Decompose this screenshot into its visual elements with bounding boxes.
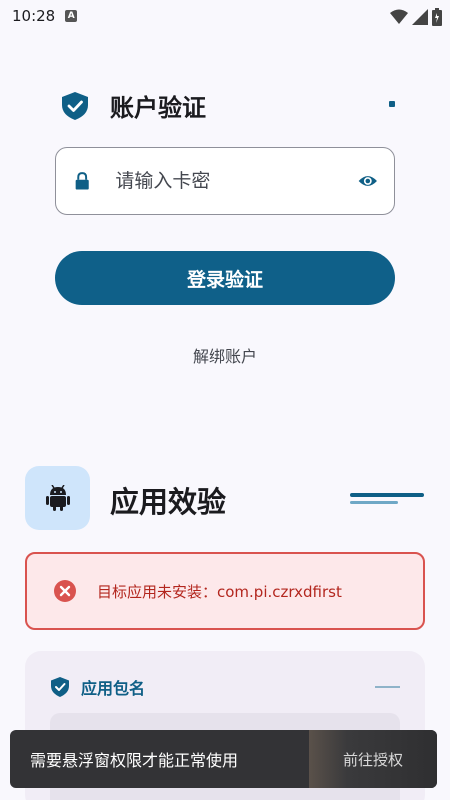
signal-icon [412, 9, 428, 25]
status-a-icon: A [65, 10, 78, 22]
battery-icon [432, 8, 442, 26]
wifi-icon [390, 9, 408, 24]
android-icon [45, 485, 70, 511]
toast-action-button[interactable]: 前往授权 [309, 730, 437, 788]
eye-icon[interactable] [358, 170, 378, 192]
status-bar: 10:28 A [0, 0, 450, 32]
decorative-dot [389, 101, 395, 107]
account-verification-title: 账户验证 [110, 94, 206, 122]
error-message: 目标应用未安装：com.pi.czrxdfirst [97, 582, 342, 601]
error-x-icon [54, 580, 76, 602]
toast-message: 需要悬浮窗权限才能正常使用 [30, 751, 239, 770]
card-key-input[interactable] [115, 170, 359, 192]
status-time: 10:28 [12, 7, 56, 25]
package-name-title: 应用包名 [81, 679, 146, 698]
app-verification-title: 应用效验 [110, 485, 227, 519]
decorative-line [350, 501, 398, 504]
toast: 需要悬浮窗权限才能正常使用 前往授权 [10, 730, 437, 788]
lock-icon [75, 172, 89, 190]
decorative-line [350, 493, 424, 497]
card-key-field[interactable] [55, 147, 395, 215]
error-banner: 目标应用未安装：com.pi.czrxdfirst [25, 552, 425, 630]
android-tile [25, 466, 90, 530]
login-verify-button[interactable]: 登录验证 [55, 251, 395, 305]
status-right-icons [390, 8, 442, 26]
package-name-header: 应用包名 [51, 675, 145, 699]
shield-check-icon [62, 91, 88, 120]
shield-check-icon [51, 677, 69, 697]
unbind-account-link[interactable]: 解绑账户 [0, 343, 450, 367]
decorative-line [375, 686, 400, 688]
account-verification-header: 账户验证 [62, 88, 206, 123]
